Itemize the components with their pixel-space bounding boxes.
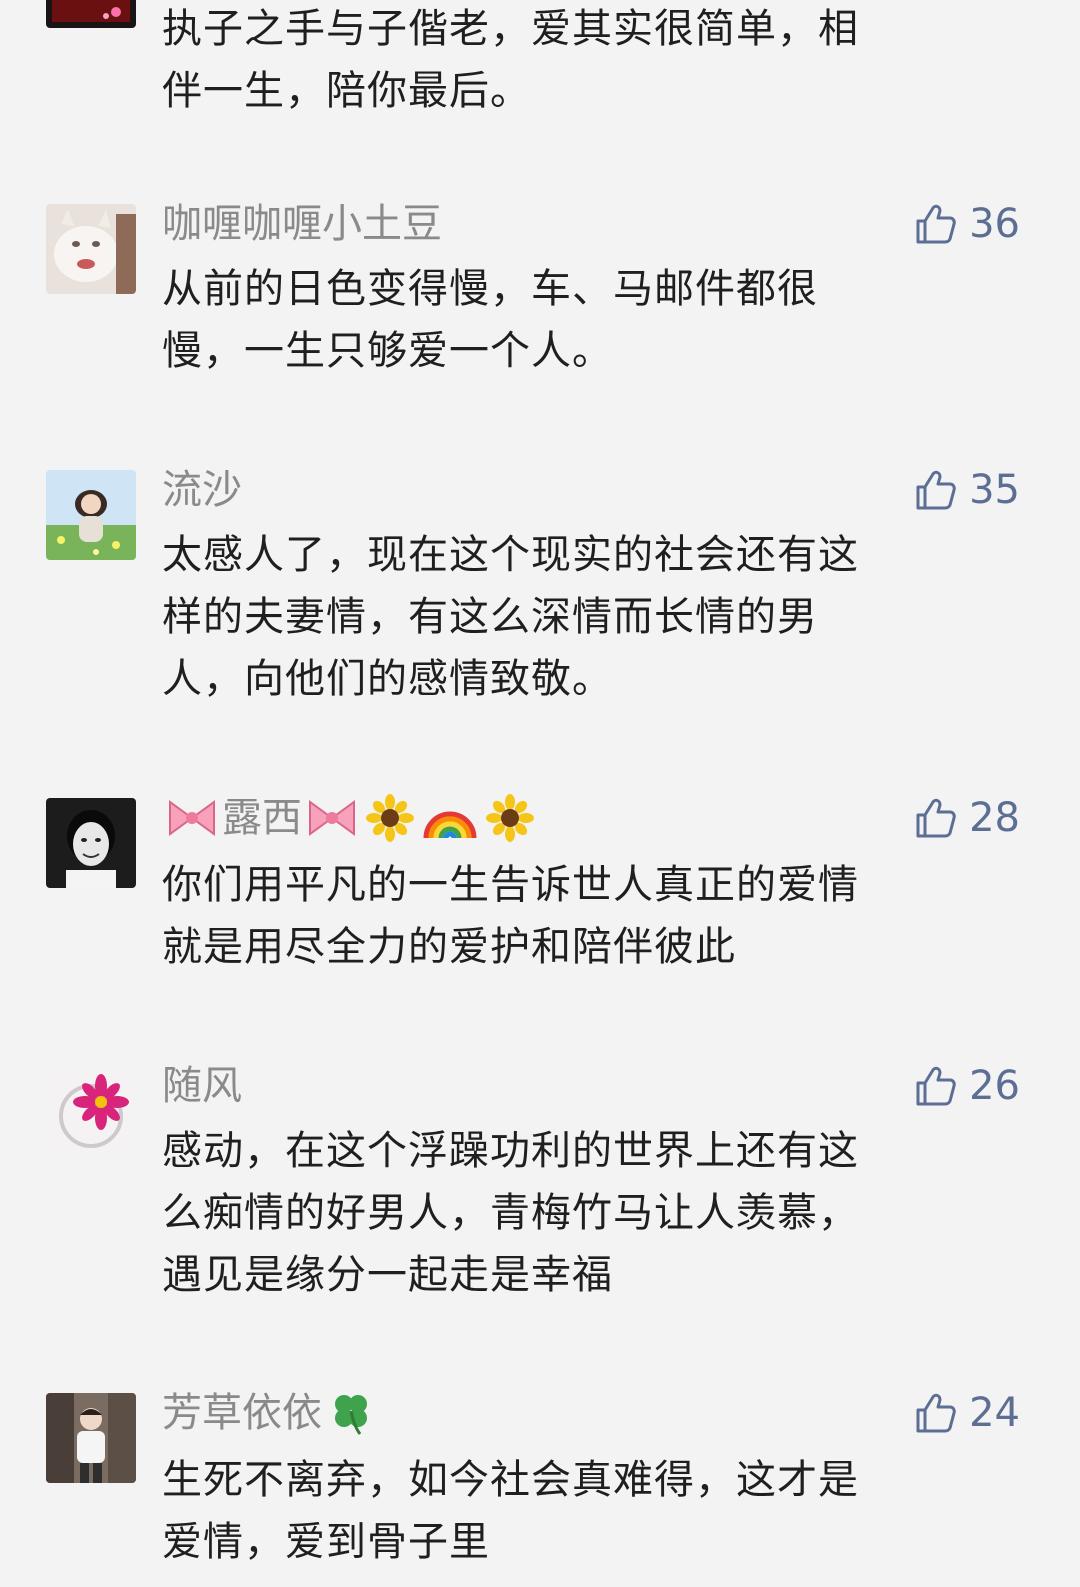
thumbs-up-icon: [916, 1393, 956, 1433]
comment-text: 感动，在这个浮躁功利的世界上还有这 么痴情的好男人，青梅竹马让人羡慕， 遇见是缘…: [162, 1120, 992, 1306]
nickname-text: 随风: [162, 1063, 242, 1109]
comment-text-line: 就是用尽全力的爱护和陪伴彼此: [162, 924, 736, 970]
thumbs-up-icon: [916, 798, 956, 838]
like-count: 24: [969, 1390, 1020, 1436]
like-count: 35: [969, 467, 1020, 513]
nickname-text: 流沙: [162, 467, 242, 513]
ribbon-bow-icon: [169, 800, 215, 836]
sunflower-icon: [486, 794, 534, 842]
comment-nickname[interactable]: 咖喱咖喱小土豆: [162, 196, 442, 252]
thumbs-up-icon: [916, 470, 956, 510]
comment-text-line: 生死不离弃，如今社会真难得，这才是: [162, 1457, 859, 1503]
comment-text: 你们用平凡的一生告诉世人真正的爱情 就是用尽全力的爱护和陪伴彼此: [162, 854, 992, 978]
comment-text-line: 遇见是缘分一起走是幸福: [162, 1252, 613, 1298]
rainbow-icon: [423, 811, 477, 839]
like-button[interactable]: 36: [913, 196, 1020, 252]
comment-nickname[interactable]: 流沙: [162, 462, 242, 518]
comment-text: 生死不离弃，如今社会真难得，这才是 爱情，爱到骨子里: [162, 1449, 992, 1573]
comment-text: 执子之手与子偕老，爱其实很简单，相 伴一生，陪你最后。: [162, 0, 992, 122]
avatar[interactable]: [46, 204, 136, 294]
sunflower-icon: [366, 794, 414, 842]
comment-text-line: 你们用平凡的一生告诉世人真正的爱情: [162, 862, 859, 908]
thumbs-up-icon: [916, 1066, 956, 1106]
comment-text: 太感人了，现在这个现实的社会还有这 样的夫妻情，有这么深情而长情的男 人，向他们…: [162, 524, 992, 710]
like-button[interactable]: 28: [913, 790, 1020, 846]
avatar[interactable]: [46, 470, 136, 560]
avatar[interactable]: [46, 0, 136, 28]
comment-text-line: 么痴情的好男人，青梅竹马让人羡慕，: [162, 1190, 859, 1236]
comment-text-line: 样的夫妻情，有这么深情而长情的男: [162, 594, 818, 640]
comment-nickname[interactable]: 露西: [162, 790, 538, 846]
like-count: 26: [969, 1063, 1020, 1109]
comment-text-line: 爱情，爱到骨子里: [162, 1519, 490, 1565]
comment-text-line: 人，向他们的感情致敬。: [162, 656, 613, 702]
avatar[interactable]: [46, 798, 136, 888]
comment-text-line: 执子之手与子偕老，爱其实很简单，相: [162, 6, 859, 52]
ribbon-bow-icon: [309, 800, 355, 836]
avatar[interactable]: [46, 1066, 136, 1156]
like-button[interactable]: 24: [913, 1385, 1020, 1441]
comment-nickname[interactable]: 芳草依依: [162, 1385, 380, 1441]
comment-text: 从前的日色变得慢，车、马邮件都很 慢，一生只够爱一个人。: [162, 258, 992, 382]
thumbs-up-icon: [916, 204, 956, 244]
nickname-text: 咖喱咖喱小土豆: [162, 201, 442, 247]
comment-nickname[interactable]: 随风: [162, 1058, 242, 1114]
like-button[interactable]: 35: [913, 462, 1020, 518]
like-count: 28: [969, 795, 1020, 841]
comment-text-line: 伴一生，陪你最后。: [162, 68, 531, 114]
like-count: 36: [969, 201, 1020, 247]
four-leaf-clover-icon: [335, 1395, 367, 1435]
avatar[interactable]: [46, 1393, 136, 1483]
comment-text-line: 太感人了，现在这个现实的社会还有这: [162, 532, 859, 578]
nickname-text: 芳草依依: [162, 1390, 322, 1436]
comment-text-line: 感动，在这个浮躁功利的世界上还有这: [162, 1128, 859, 1174]
nickname-text: 露西: [222, 795, 302, 841]
like-button[interactable]: 26: [913, 1058, 1020, 1114]
comment-text-line: 慢，一生只够爱一个人。: [162, 328, 613, 374]
comment-text-line: 从前的日色变得慢，车、马邮件都很: [162, 266, 818, 312]
